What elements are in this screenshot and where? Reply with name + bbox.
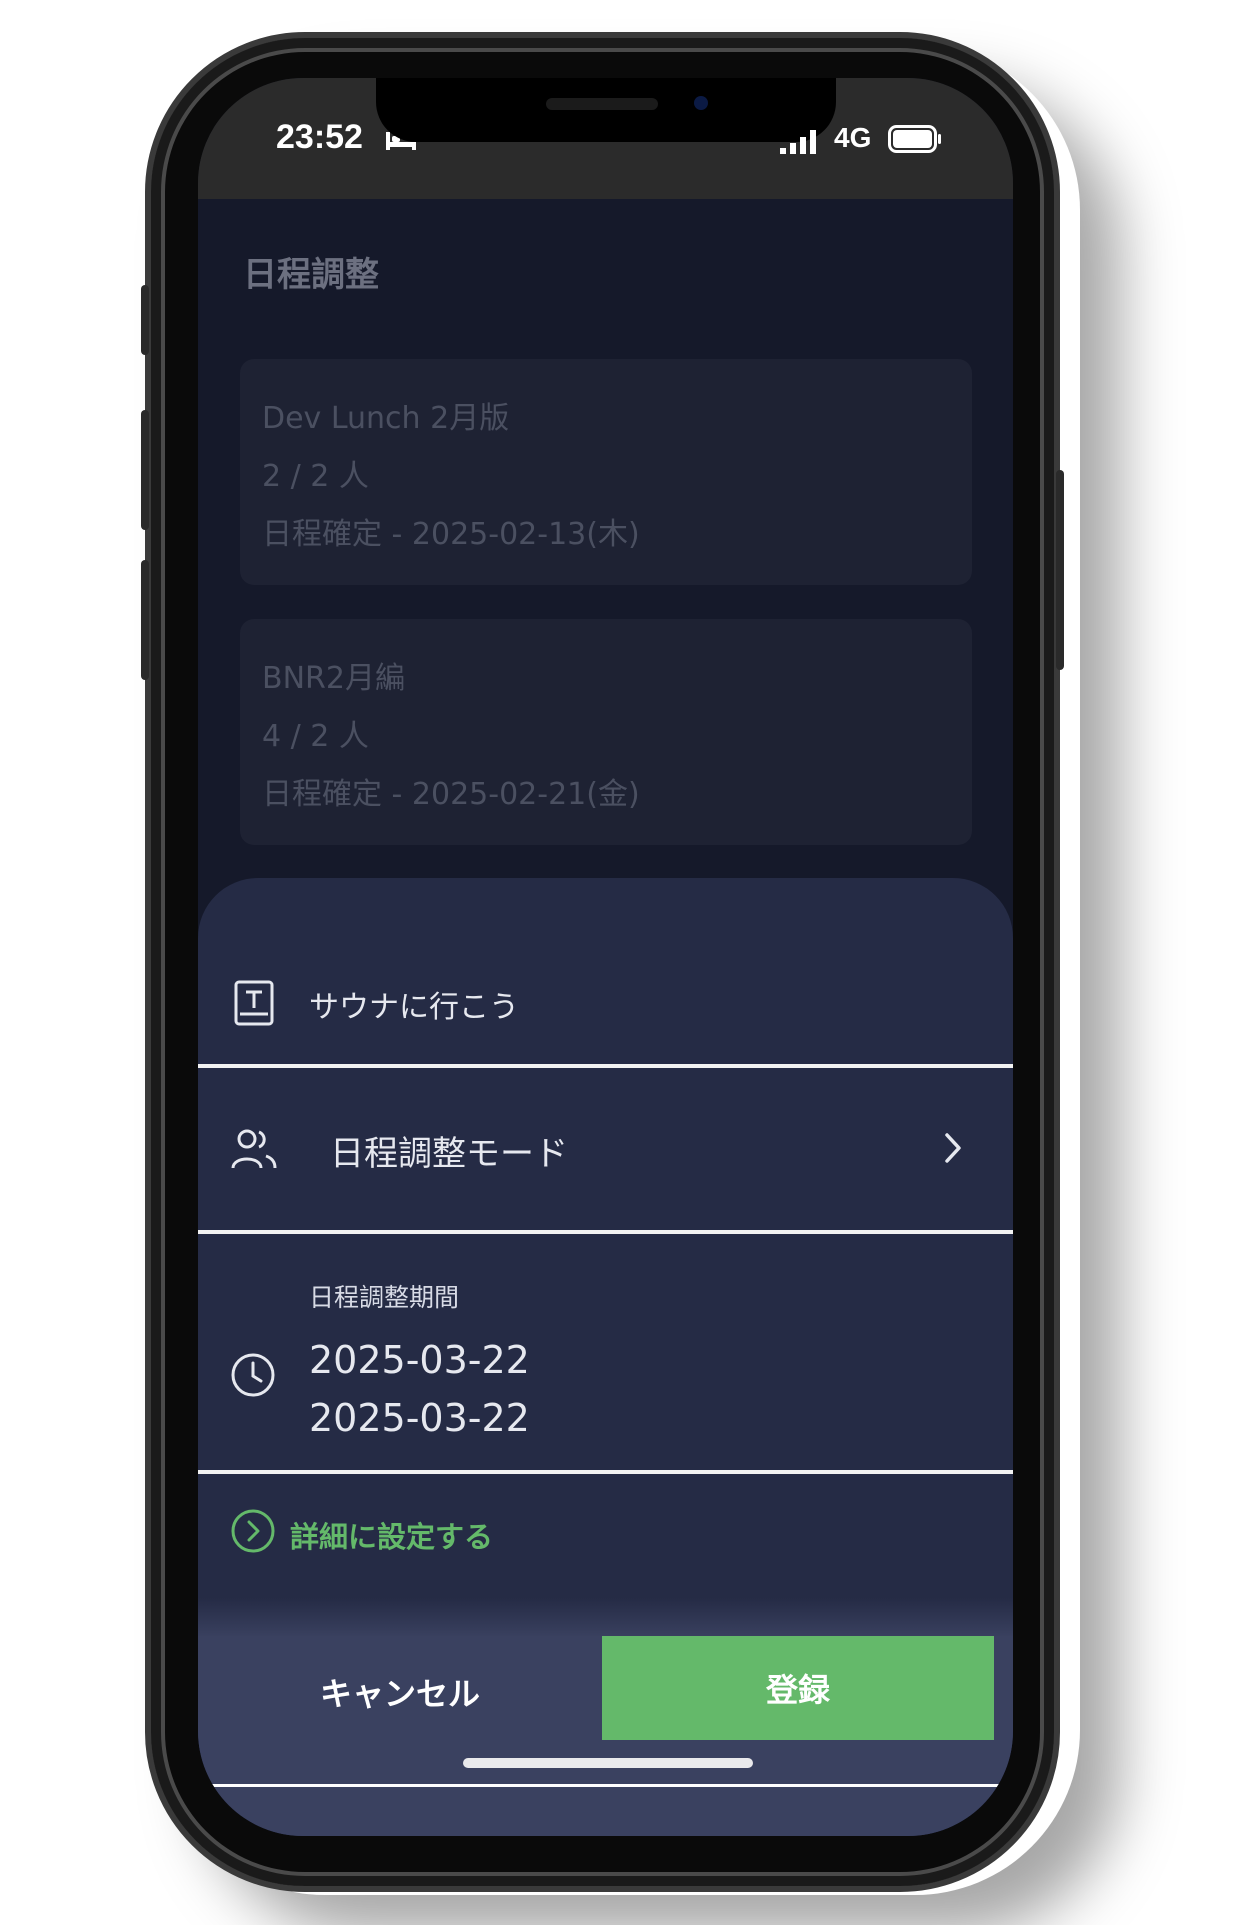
period-start[interactable]: 2025-03-22 [309,1338,530,1382]
home-indicator[interactable] [463,1758,753,1768]
event-participants: 4 / 2 人 [262,719,369,754]
sheet-footer: キャンセル 登録 [198,1636,1013,1836]
silent-switch [141,285,149,355]
event-card[interactable]: Dev Lunch 2月版 2 / 2 人 日程確定 - 2025-02-13(… [240,359,972,585]
bottom-edge [198,1784,1013,1787]
notch [376,78,836,142]
event-status: 日程確定 - 2025-02-21(金) [262,777,640,812]
divider [198,1064,1013,1068]
cancel-button[interactable]: キャンセル [198,1636,602,1748]
details-link[interactable]: 詳細に設定する [290,1514,493,1556]
signal-icon [780,130,816,154]
status-time: 23:52 [276,118,363,156]
footer-fade [198,1598,1013,1638]
event-card[interactable]: BNR2月編 4 / 2 人 日程確定 - 2025-02-21(金) [240,619,972,845]
front-camera [694,96,708,110]
network-type: 4G [834,122,872,153]
volume-up-button [141,410,149,530]
schedule-mode-selector[interactable]: 日程調整モード [330,1126,568,1175]
event-title-input[interactable]: サウナに行こう [309,982,519,1026]
screen: 23:52 4G 日程調整 Dev Lunch 2月版 2 / 2 人 日程確定… [198,78,1013,1836]
speaker [546,98,658,110]
event-title: BNR2月編 [262,661,405,696]
divider [198,1230,1013,1234]
battery-icon [888,125,941,153]
register-button[interactable]: 登録 [602,1636,994,1740]
status-bar: 23:52 4G [198,78,1013,199]
users-icon [231,1129,277,1169]
event-status: 日程確定 - 2025-02-13(木) [262,517,640,552]
chevron-circle-icon[interactable] [230,1508,276,1554]
page-title: 日程調整 [243,255,379,295]
volume-down-button [141,560,149,680]
event-title: Dev Lunch 2月版 [262,401,510,436]
power-button [1056,470,1064,670]
chevron-right-icon[interactable] [943,1131,963,1165]
text-box-icon [234,980,274,1026]
event-participants: 2 / 2 人 [262,459,369,494]
period-end[interactable]: 2025-03-22 [309,1396,530,1440]
divider [198,1470,1013,1474]
period-label: 日程調整期間 [309,1283,460,1312]
clock-icon [231,1353,275,1397]
new-event-sheet: サウナに行こう 日程調整モード 日程調整期間 2025-03-22 2025-0… [198,878,1013,1836]
